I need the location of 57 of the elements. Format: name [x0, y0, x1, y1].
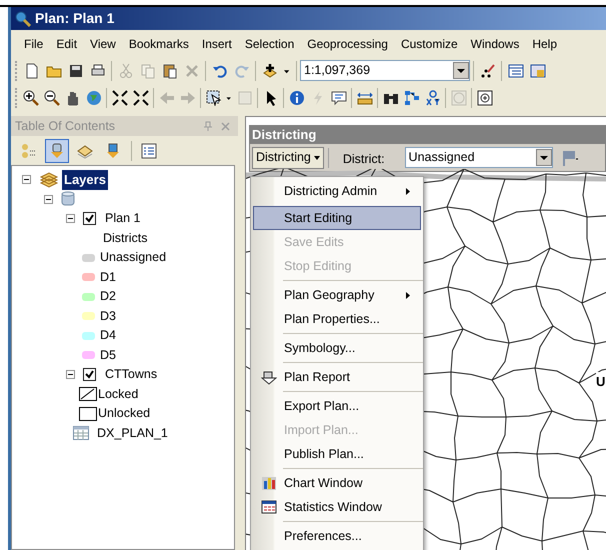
caret-icon — [314, 156, 320, 160]
menu-item[interactable]: Selection — [240, 32, 300, 54]
magnifier-globe-icon — [15, 10, 31, 26]
menu-item[interactable]: Customize — [396, 32, 463, 54]
menu-item[interactable]: Windows — [466, 32, 524, 54]
menu-item[interactable]: Edit — [51, 32, 82, 54]
menu-item[interactable]: File — [19, 32, 48, 54]
window-title: Plan: Plan 1 — [35, 9, 114, 28]
legend-label: D1 — [100, 268, 116, 286]
legend-label: D3 — [100, 308, 116, 325]
menu-item[interactable]: Plan Geography — [253, 283, 421, 307]
legend-label: D2 — [100, 288, 116, 306]
submenu-arrow-icon — [406, 188, 410, 194]
expand-toggle[interactable] — [66, 370, 75, 380]
hatched-square-icon — [79, 387, 97, 402]
menu-item[interactable]: Districting Admin — [253, 179, 421, 203]
menu-item[interactable]: Export Plan... — [253, 394, 421, 418]
menu-item[interactable]: Plan Report — [253, 365, 421, 389]
checkbox[interactable] — [83, 368, 96, 382]
submenu-arrow-icon — [406, 292, 410, 298]
toolbar-title: Districting — [250, 126, 605, 144]
menu-item[interactable]: Bookmarks — [124, 32, 194, 54]
panel-title: Table Of Contents — [15, 118, 116, 135]
district-dropdown[interactable]: Unassigned — [404, 147, 553, 168]
layer-name[interactable]: Plan 1 — [105, 209, 140, 228]
menu-item[interactable]: Publish Plan... — [253, 442, 421, 466]
legend-label: Unassigned — [100, 249, 166, 266]
menu-item[interactable]: Help — [527, 32, 562, 54]
menu-item[interactable]: Preferences... — [253, 524, 421, 548]
checkbox[interactable] — [83, 212, 96, 226]
database-down-icon[interactable] — [45, 138, 69, 162]
legend-heading: Districts — [103, 230, 148, 247]
menu-item[interactable]: Symbology... — [253, 336, 421, 360]
table-name[interactable]: DX_PLAN_1 — [97, 424, 168, 443]
expand-toggle[interactable] — [44, 194, 53, 204]
menu-item[interactable]: Geoprocessing — [302, 32, 393, 54]
menu-item[interactable]: Chart Window — [253, 471, 421, 495]
empty-square-icon — [79, 406, 97, 421]
field-label: District: — [342, 151, 385, 168]
menu-item[interactable]: Plan Properties... — [253, 307, 421, 331]
expand-toggle[interactable] — [66, 214, 75, 224]
scale-dropdown[interactable]: 1:1,097,369 — [300, 60, 470, 81]
table-icon — [73, 426, 89, 440]
menu-item[interactable]: Statistics Window — [253, 495, 421, 519]
menu-item[interactable]: Insert — [196, 32, 237, 54]
menu-item[interactable]: View — [85, 32, 121, 54]
legend-label: D4 — [100, 327, 116, 344]
database-icon — [61, 191, 75, 208]
expand-toggle[interactable] — [22, 175, 31, 184]
tree-item[interactable]: Layers — [62, 170, 108, 190]
legend-label: Unlocked — [98, 405, 150, 422]
dropdown-button[interactable]: Districting — [252, 146, 324, 168]
legend-label: D5 — [100, 346, 116, 364]
layer-name[interactable]: CTTowns — [105, 365, 158, 384]
legend-label: Locked — [98, 386, 138, 403]
menu-item[interactable]: Start Editing — [253, 206, 421, 230]
layers-icon — [39, 172, 59, 188]
